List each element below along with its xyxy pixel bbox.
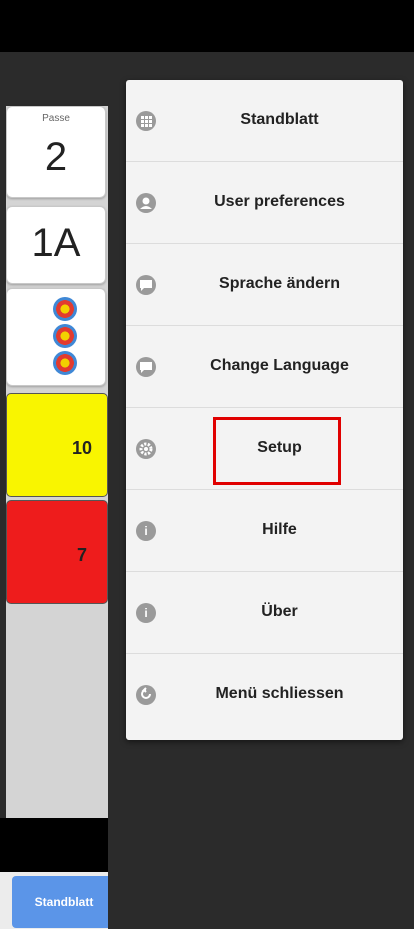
- header-bar: [0, 52, 108, 106]
- chat-bubble-icon: [136, 275, 156, 295]
- standblatt-button[interactable]: Standblatt: [12, 876, 116, 928]
- target-face-icon: [53, 351, 77, 375]
- grid-icon: [136, 111, 156, 131]
- passe-number: 2: [44, 135, 68, 179]
- side-menu: Standblatt User preferences Sprache ände…: [126, 80, 403, 740]
- menu-item-standblatt[interactable]: Standblatt: [126, 80, 403, 162]
- menu-item-label: Change Language: [210, 357, 349, 374]
- menu-item-setup[interactable]: Setup: [126, 408, 403, 490]
- passe-label: Passe: [42, 113, 70, 124]
- menu-item-ueber[interactable]: i Über: [126, 572, 403, 654]
- score-tile-2[interactable]: 7: [6, 500, 108, 604]
- bottom-bar: [0, 818, 108, 872]
- status-bar: [0, 0, 414, 52]
- menu-item-label: Hilfe: [262, 521, 297, 538]
- gear-icon: [136, 439, 156, 459]
- target-faces-card[interactable]: [6, 288, 106, 386]
- menu-item-label: Über: [261, 603, 298, 620]
- menu-item-label: Menü schliessen: [215, 685, 344, 702]
- menu-item-sprache-aendern[interactable]: Sprache ändern: [126, 244, 403, 326]
- target-id: 1A: [31, 221, 81, 265]
- score-value: 7: [76, 545, 87, 565]
- target-face-icon: [53, 324, 77, 348]
- menu-item-user-preferences[interactable]: User preferences: [126, 162, 403, 244]
- menu-item-label: Standblatt: [240, 111, 319, 128]
- chat-bubble-icon: [136, 357, 156, 377]
- menu-item-label: Sprache ändern: [219, 275, 340, 292]
- target-face-icon: [53, 297, 77, 321]
- menu-item-label: Setup: [257, 439, 302, 456]
- passe-card[interactable]: Passe 2: [6, 106, 106, 198]
- info-icon: i: [136, 603, 156, 623]
- menu-item-change-language[interactable]: Change Language: [126, 326, 403, 408]
- score-tile-1[interactable]: 10: [6, 393, 108, 497]
- target-id-card[interactable]: 1A: [6, 206, 106, 284]
- score-value: 10: [71, 438, 93, 458]
- menu-item-menue-schliessen[interactable]: Menü schliessen: [126, 654, 403, 736]
- info-icon: i: [136, 521, 156, 541]
- back-arrow-icon: [136, 685, 156, 705]
- menu-item-label: User preferences: [214, 193, 345, 210]
- menu-item-hilfe[interactable]: i Hilfe: [126, 490, 403, 572]
- user-icon: [136, 193, 156, 213]
